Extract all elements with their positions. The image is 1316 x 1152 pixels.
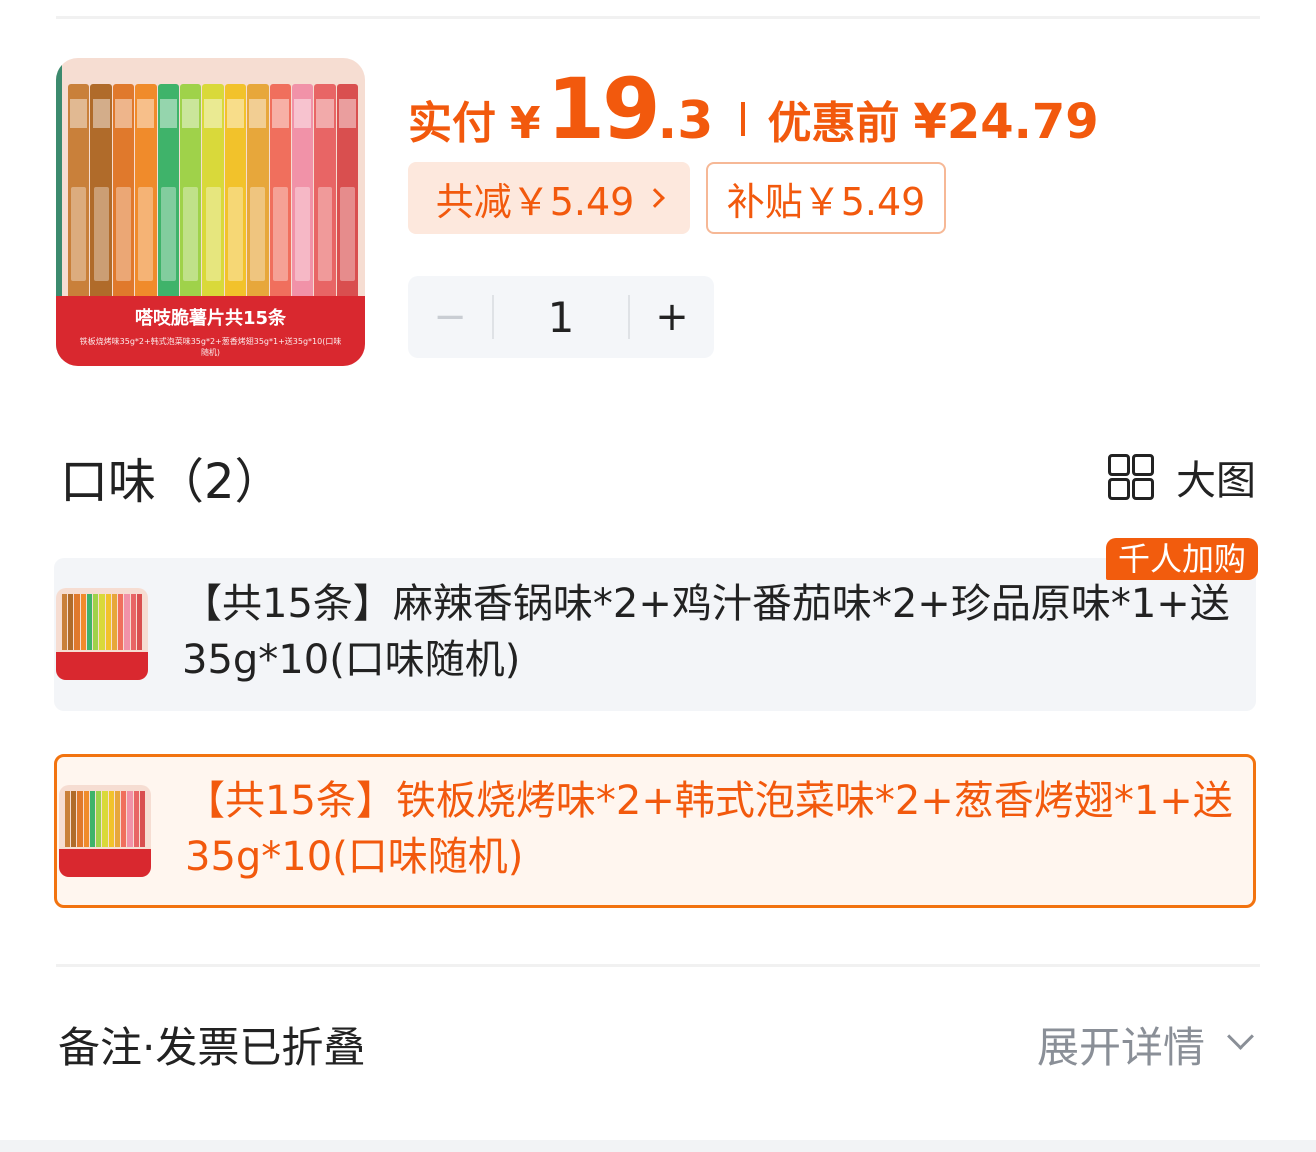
product-image[interactable]: 嗒吱脆薯片共15条 铁板烧烤味35g*2+韩式泡菜味35g*2+葱香烤翅35g*… — [56, 58, 365, 366]
thumb-stick — [80, 594, 86, 650]
chevron-right-icon — [645, 188, 666, 208]
product-stick — [90, 84, 112, 330]
thumb-stick — [111, 594, 118, 650]
thumb-banner — [59, 849, 151, 877]
image-banner-subtitle: 铁板烧烤味35g*2+韩式泡菜味35g*2+葱香烤翅35g*1+送35g*10(… — [79, 337, 342, 357]
price-integer: 19 — [546, 60, 661, 158]
thumb-stick — [83, 791, 89, 847]
big-view-label: 大图 — [1176, 458, 1256, 504]
thumb-stick — [74, 594, 80, 650]
thumb-stick — [99, 594, 105, 650]
product-stick — [135, 84, 157, 330]
price-decimal: .3 — [657, 91, 714, 151]
product-stick — [179, 84, 202, 330]
thumb-stick — [139, 791, 146, 847]
image-banner: 嗒吱脆薯片共15条 铁板烧烤味35g*2+韩式泡菜味35g*2+葱香烤翅35g*… — [56, 296, 365, 366]
price-separator — [741, 102, 746, 136]
grid-icon — [1108, 454, 1154, 500]
thumb-stick — [89, 791, 96, 847]
thumb-stick — [96, 791, 102, 847]
thumb-stick — [118, 594, 124, 650]
thumb-stick — [127, 791, 133, 847]
option-text: 【共15条】铁板烧烤味*2+韩式泡菜味*2+葱香烤翅*1+送35g*10(口味随… — [185, 778, 1233, 880]
product-stick — [68, 84, 90, 330]
thumb-stick — [86, 594, 93, 650]
big-view-button[interactable]: 大图 — [1108, 448, 1256, 506]
option-thumbnail — [56, 588, 148, 680]
thumb-stick — [102, 791, 108, 847]
thumb-banner — [56, 652, 148, 680]
thumb-stick — [133, 791, 139, 847]
decrease-button[interactable]: − — [408, 294, 492, 340]
thumb-stick — [65, 791, 71, 847]
option-text: 【共15条】麻辣香锅味*2+鸡汁番茄味*2+珍品原味*1+送35g*10(口味随… — [182, 581, 1230, 683]
chevron-down-icon — [1227, 1023, 1254, 1050]
product-stick — [269, 84, 291, 330]
pre-discount-price: ¥24.79 — [913, 94, 1099, 150]
thumb-stick — [114, 791, 121, 847]
bottom-bar — [0, 1140, 1316, 1152]
flavor-option-1[interactable]: 【共15条】麻辣香锅味*2+鸡汁番茄味*2+珍品原味*1+送35g*10(口味随… — [54, 538, 1258, 711]
product-stick — [291, 84, 314, 330]
product-stick — [314, 84, 336, 330]
thumb-stick — [71, 791, 77, 847]
quantity-input[interactable]: 1 — [494, 293, 628, 342]
product-stick — [336, 84, 359, 330]
thumb-stick — [130, 594, 136, 650]
total-discount-chip[interactable]: 共减￥5.49 — [408, 162, 690, 234]
subsidy-chip: 补贴￥5.49 — [706, 162, 946, 234]
section-divider — [56, 964, 1260, 967]
product-stick — [224, 84, 247, 330]
subsidy-label: 补贴￥5.49 — [726, 179, 926, 224]
thumb-stick — [136, 594, 143, 650]
thumb-stick — [93, 594, 99, 650]
increase-button[interactable]: + — [630, 294, 714, 340]
thumb-stick — [68, 594, 74, 650]
thumb-stick — [105, 594, 111, 650]
flavor-section-title: 口味（2） — [60, 454, 283, 510]
product-sticks — [68, 84, 359, 330]
thumb-stick — [62, 594, 68, 650]
expand-details-button[interactable]: 展开详情 — [1036, 1014, 1254, 1075]
thumb-sticks — [62, 594, 143, 650]
image-banner-title: 嗒吱脆薯片共15条 — [134, 308, 287, 329]
quantity-stepper: − 1 + — [408, 276, 714, 358]
thumb-stick — [124, 594, 130, 650]
thumb-sticks — [65, 791, 146, 847]
expand-label: 展开详情 — [1036, 1023, 1205, 1072]
product-stick — [247, 84, 269, 330]
flavor-option-2-selected[interactable]: 【共15条】铁板烧烤味*2+韩式泡菜味*2+葱香烤翅*1+送35g*10(口味随… — [54, 754, 1256, 908]
option-thumbnail — [59, 785, 151, 877]
thumb-stick — [121, 791, 127, 847]
product-stick — [202, 84, 224, 330]
pre-discount-label: 优惠前 — [767, 98, 900, 149]
product-stick — [112, 84, 135, 330]
total-discount-label: 共减￥5.49 — [435, 179, 635, 224]
price-row: 实付 ¥ 19 .3 优惠前 ¥24.79 — [408, 60, 1099, 158]
thumb-stick — [77, 791, 83, 847]
top-divider — [56, 16, 1260, 19]
currency-symbol: ¥ — [510, 98, 541, 149]
popular-badge: 千人加购 — [1105, 538, 1258, 580]
product-stick — [157, 84, 179, 330]
paid-label: 实付 — [408, 98, 496, 149]
notes-invoice-label: 备注·发票已折叠 — [58, 1023, 366, 1072]
thumb-stick — [108, 791, 114, 847]
